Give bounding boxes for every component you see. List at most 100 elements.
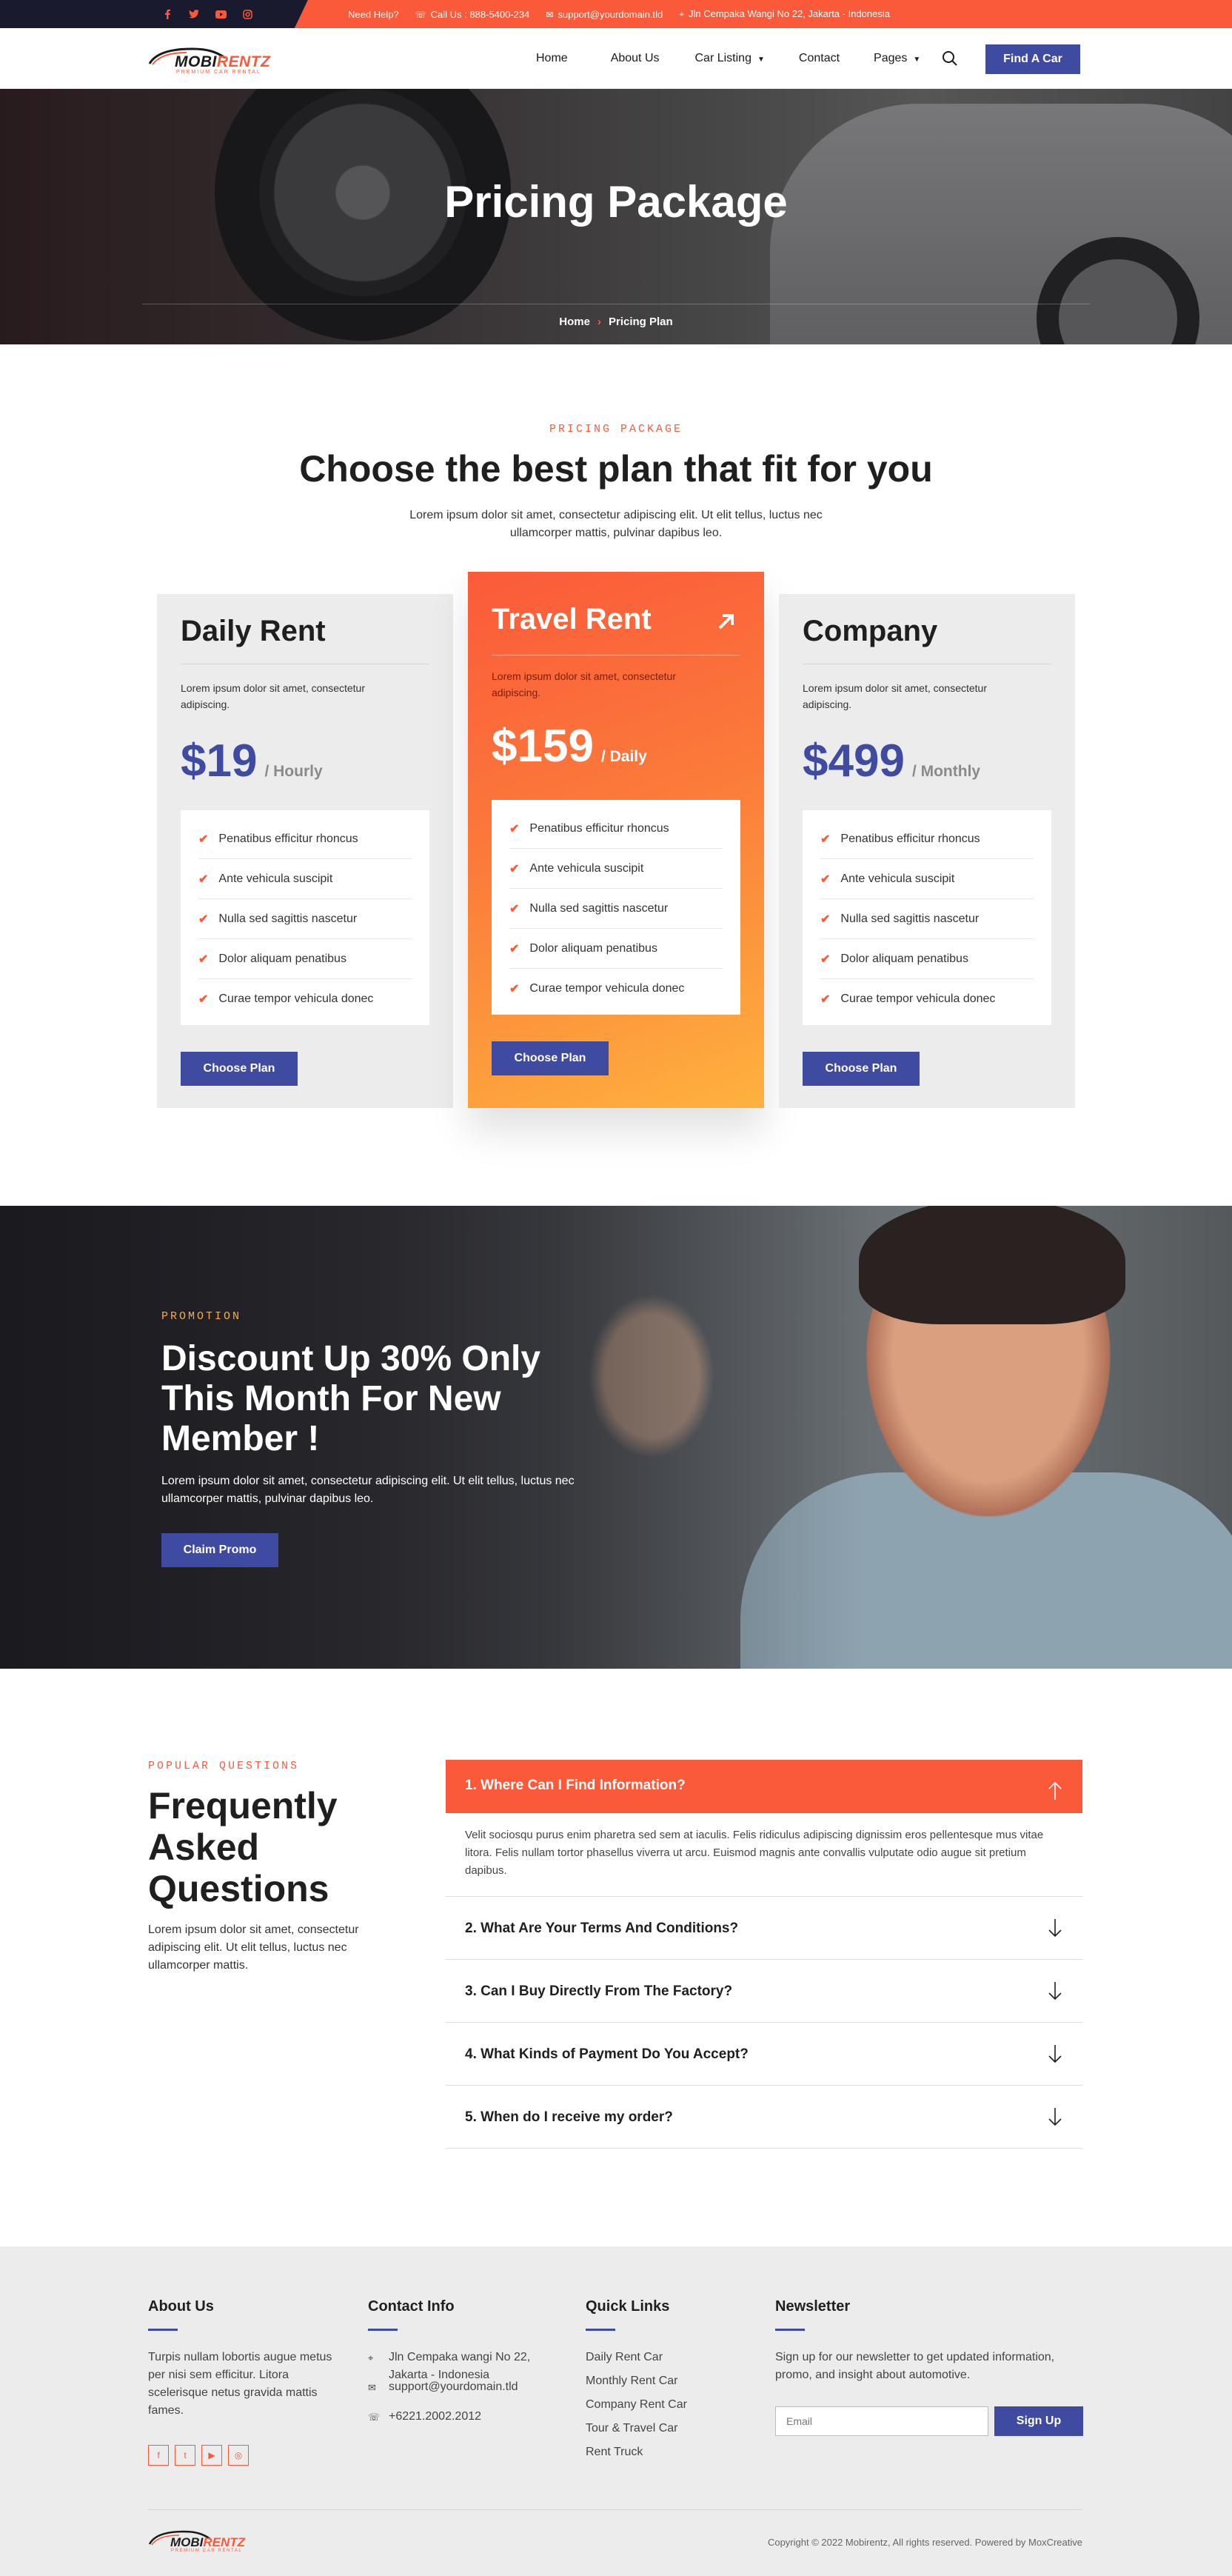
choose-plan-button[interactable]: Choose Plan: [492, 1041, 609, 1075]
check-icon: ✔: [198, 832, 209, 846]
footer-divider: [148, 2509, 1082, 2510]
nav-pages[interactable]: Pages ▼: [874, 52, 920, 65]
twitter-icon[interactable]: [188, 8, 200, 20]
youtube-icon[interactable]: ▶: [201, 2445, 222, 2466]
breadcrumb-home[interactable]: Home: [559, 316, 590, 328]
search-icon[interactable]: [942, 50, 958, 67]
claim-promo-button[interactable]: Claim Promo: [161, 1533, 278, 1567]
faq-item-open[interactable]: 1. Where Can I Find Information?: [446, 1760, 1082, 1813]
find-a-car-button[interactable]: Find A Car: [985, 44, 1080, 74]
site-footer: About Us Turpis nullam lobortis augue me…: [0, 2246, 1232, 2576]
footer-title-bar: [586, 2329, 615, 2331]
brand-name-a: MOBI: [175, 53, 217, 70]
feature-item: ✔ Penatibus efficitur rhoncus: [198, 819, 412, 859]
need-help-text: Need Help?: [348, 8, 399, 20]
facebook-icon[interactable]: [161, 8, 173, 20]
faq-item[interactable]: 5. When do I receive my order?: [446, 2086, 1082, 2149]
footer-brand-b: RENTZ: [203, 2535, 246, 2549]
top-bar: Need Help? ☏ Call Us : 888-5400-234 ✉ supp…: [0, 0, 1232, 28]
pricing-eyebrow: PRICING PACKAGE: [549, 423, 683, 436]
chevron-right-icon: ›: [597, 316, 601, 328]
main-header: MOBIRENTZ PREMIUM CAR RENTAL Home About …: [0, 28, 1232, 89]
feature-item: ✔ Ante vehicula suscipit: [509, 849, 723, 889]
footer-link[interactable]: Rent Truck: [586, 2443, 734, 2467]
instagram-icon[interactable]: ◎: [228, 2445, 249, 2466]
plan-features: ✔ Penatibus efficitur rhoncus ✔ Ante vehic…: [492, 800, 740, 1015]
feature-item: ✔ Curae tempor vehicula donec: [198, 979, 412, 1019]
brand-logo[interactable]: MOBIRENTZ PREMIUM CAR RENTAL: [148, 44, 274, 77]
feature-item: ✔ Penatibus efficitur rhoncus: [509, 809, 723, 849]
footer-about-text: Turpis nullam lobortis augue metus per n…: [148, 2351, 332, 2417]
plan-price: $19 / Hourly: [181, 735, 323, 787]
faq-item[interactable]: 4. What Kinds of Payment Do You Accept?: [446, 2023, 1082, 2086]
footer-wordmark: MOBIRENTZ: [170, 2535, 245, 2550]
sign-up-button[interactable]: Sign Up: [994, 2406, 1083, 2436]
feature-text: Dolor aliquam penatibus: [840, 952, 968, 965]
choose-plan-button[interactable]: Choose Plan: [803, 1052, 920, 1086]
plan-price: $159 / Daily: [492, 720, 647, 773]
footer-link[interactable]: Monthly Rent Car: [586, 2372, 734, 2396]
footer-email[interactable]: ✉ support@yourdomain.tld: [368, 2378, 560, 2402]
plan-period: / Daily: [600, 748, 647, 765]
facebook-icon[interactable]: f: [148, 2445, 169, 2466]
page-title: Pricing Package: [444, 177, 788, 227]
footer-links-title: Quick Links: [586, 2298, 670, 2315]
check-icon: ✔: [198, 912, 209, 926]
footer-link[interactable]: Tour & Travel Car: [586, 2420, 734, 2443]
faq-question: 3. Can I Buy Directly From The Factory?: [465, 1983, 733, 1999]
nav-car-listing-label: Car Listing: [694, 52, 751, 64]
newsletter-email-input[interactable]: [775, 2406, 988, 2436]
faq-item[interactable]: 2. What Are Your Terms And Conditions?: [446, 1897, 1082, 1960]
check-icon: ✔: [509, 902, 520, 915]
check-icon: ✔: [820, 952, 831, 966]
nav-home[interactable]: Home: [536, 52, 568, 65]
faq-question: 4. What Kinds of Payment Do You Accept?: [465, 2046, 749, 2062]
feature-text: Nulla sed sagittis nascetur: [529, 901, 669, 915]
top-contact-info: Need Help? ☏ Call Us : 888-5400-234 ✉ supp…: [348, 8, 890, 20]
footer-news-title: Newsletter: [775, 2298, 851, 2315]
email-info[interactable]: ✉ support@yourdomain.tld: [546, 9, 663, 20]
feature-text: Curae tempor vehicula donec: [840, 992, 996, 1005]
footer-news-text: Sign up for our newsletter to get update…: [775, 2351, 1055, 2381]
check-icon: ✔: [198, 952, 209, 966]
footer-phone[interactable]: ☏ +6221.2002.2012: [368, 2408, 560, 2432]
instagram-icon[interactable]: [241, 8, 253, 20]
footer-links-list: Daily Rent Car Monthly Rent Car Company …: [586, 2349, 734, 2467]
footer-title-bar: [148, 2329, 178, 2331]
feature-item: ✔ Ante vehicula suscipit: [198, 859, 412, 899]
faq-eyebrow: POPULAR QUESTIONS: [148, 1760, 300, 1772]
arrow-down-icon: [1048, 2108, 1062, 2126]
check-icon: ✔: [509, 862, 520, 875]
pricing-card-company: Company Lorem ipsum dolor sit amet, cons…: [779, 594, 1075, 1108]
faq-description: Lorem ipsum dolor sit amet, consectetur …: [148, 1923, 359, 1972]
faq-item[interactable]: 3. Can I Buy Directly From The Factory?: [446, 1960, 1082, 2023]
feature-text: Dolor aliquam penatibus: [218, 952, 346, 965]
footer-contact-list: ⌖ Jln Cempaka wangi No 22, Jakarta - Indo…: [368, 2349, 560, 2432]
email-text: support@yourdomain.tld: [558, 8, 663, 20]
address-text: Jln Cempaka Wangi No 22, Jakarta - Indon…: [689, 8, 890, 19]
footer-link[interactable]: Daily Rent Car: [586, 2349, 734, 2372]
footer-brand-tagline: PREMIUM CAR RENTAL: [171, 2549, 243, 2553]
nav-about[interactable]: About Us: [611, 52, 660, 65]
check-icon: ✔: [509, 942, 520, 955]
footer-brand-a: MOBI: [170, 2535, 204, 2549]
youtube-icon[interactable]: [215, 8, 227, 20]
chevron-down-icon: ▼: [757, 56, 765, 64]
promo-title: Discount Up 30% Only This Month For New …: [161, 1339, 541, 1458]
feature-text: Dolor aliquam penatibus: [529, 941, 657, 955]
feature-item: ✔ Curae tempor vehicula donec: [820, 979, 1034, 1019]
nav-car-listing[interactable]: Car Listing ▼: [695, 52, 765, 65]
call-info[interactable]: ☏ Call Us : 888-5400-234: [415, 9, 530, 20]
feature-item: ✔ Dolor aliquam penatibus: [820, 939, 1034, 979]
breadcrumb-current: Pricing Plan: [608, 316, 673, 328]
choose-plan-button[interactable]: Choose Plan: [181, 1052, 298, 1086]
nav-contact[interactable]: Contact: [799, 52, 840, 65]
check-icon: ✔: [198, 872, 209, 886]
address-info: ⌖ Jln Cempaka Wangi No 22, Jakarta - Indo…: [679, 8, 890, 20]
feature-item: ✔ Dolor aliquam penatibus: [509, 929, 723, 969]
arrow-up-right-icon: [718, 614, 734, 630]
footer-logo[interactable]: MOBIRENTZ PREMIUM CAR RENTAL: [148, 2528, 252, 2556]
footer-link[interactable]: Company Rent Car: [586, 2396, 734, 2420]
twitter-icon[interactable]: t: [175, 2445, 195, 2466]
location-pin-icon: ⌖: [679, 9, 685, 19]
